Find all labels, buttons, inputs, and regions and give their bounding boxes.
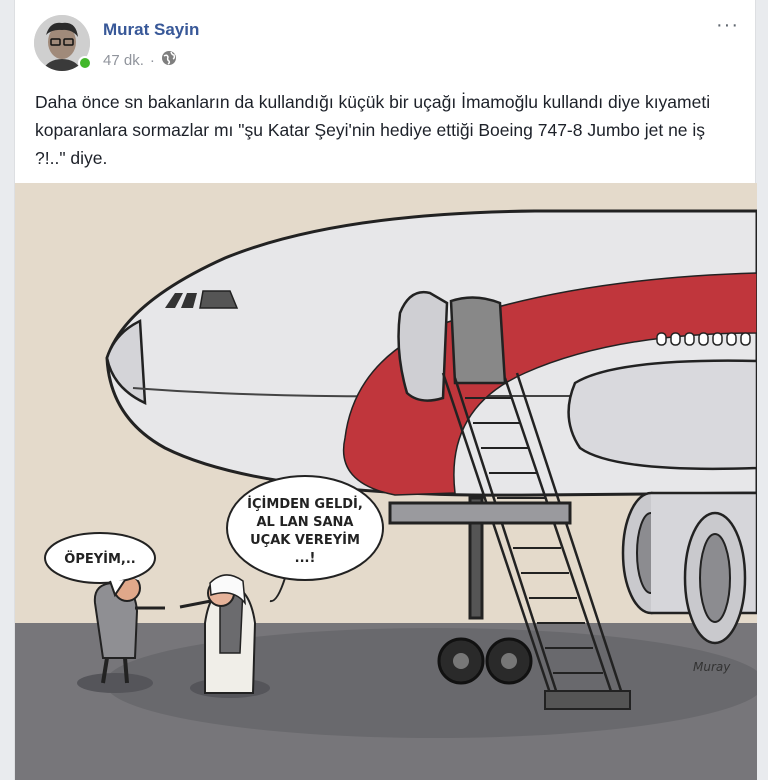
bubble-line-1: İÇİMDEN GELDİ, <box>247 496 363 512</box>
post-time[interactable]: 47 dk. <box>103 52 144 69</box>
artist-signature: Muray <box>693 660 731 674</box>
author-name[interactable]: Murat Sayin <box>103 20 199 40</box>
globe-icon[interactable] <box>161 50 177 70</box>
post-meta: 47 dk. · <box>103 50 177 70</box>
bubble-line-4: ...! <box>295 551 316 566</box>
post-text: Daha önce sn bakanların da kullandığı kü… <box>35 92 711 168</box>
bubble-line-3: UÇAK VEREYİM <box>250 532 360 548</box>
online-status-dot <box>78 56 92 70</box>
cartoon-image[interactable]: ÖPEYİM,.. İÇİMDEN GELDİ, AL LAN SANA UÇA… <box>15 183 757 780</box>
bubble-line-2: AL LAN SANA <box>257 515 354 530</box>
meta-separator: · <box>149 51 155 69</box>
more-options-icon[interactable]: ··· <box>716 14 739 37</box>
facebook-post: Murat Sayin 47 dk. · ··· Daha önce sn ba… <box>14 0 757 780</box>
speech-bubble-left: ÖPEYİM,.. <box>64 551 135 567</box>
